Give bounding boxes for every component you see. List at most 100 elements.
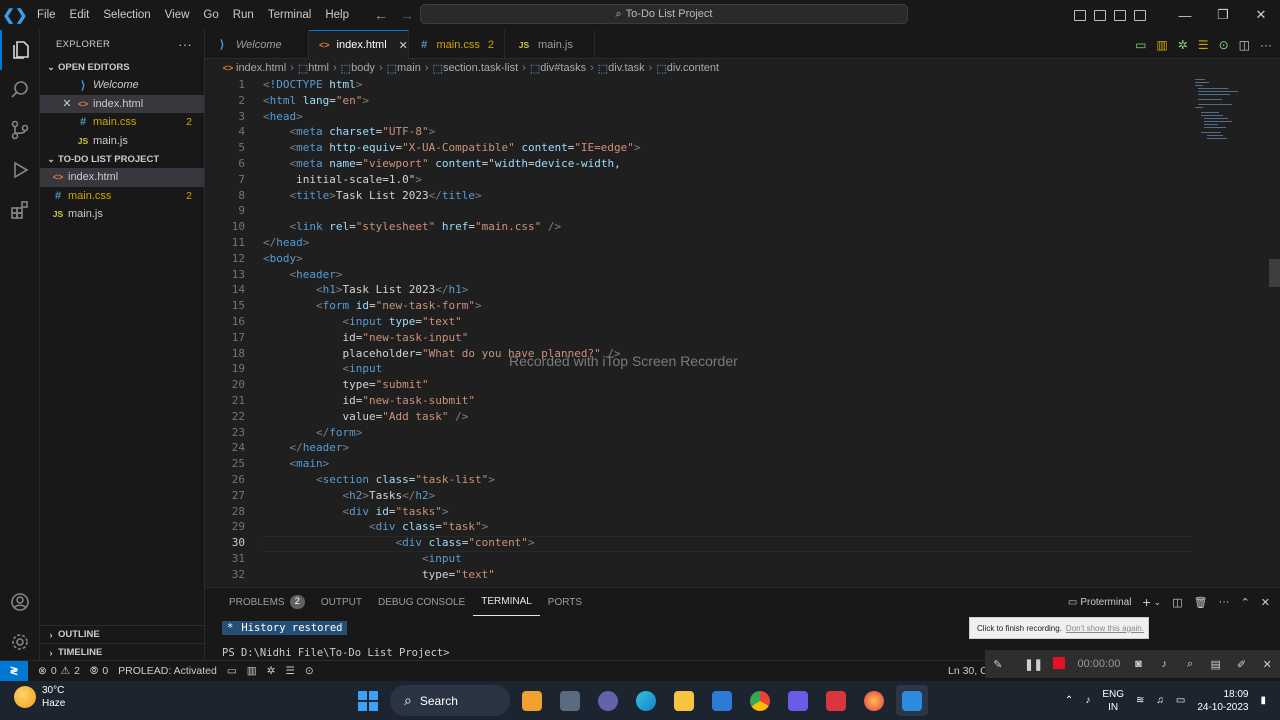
- open-editor-index-html[interactable]: ✕ <> index.html: [40, 94, 204, 113]
- chrome-browser-icon[interactable]: [744, 685, 776, 716]
- close-panel-icon[interactable]: ✕: [1261, 596, 1270, 609]
- edge-browser-icon[interactable]: [630, 685, 662, 716]
- trash-icon[interactable]: 🗑: [1194, 596, 1208, 609]
- code-editor[interactable]: 1 2 3 4 5 6 7 8 9 10 11 12 13 14 15 16 17 18 19 20 21 22 23 24 2…: [205, 77, 1280, 587]
- folder-status-icon[interactable]: ▭: [227, 665, 237, 677]
- cursor-position[interactable]: Ln 30, C: [948, 665, 988, 677]
- breadcrumb-item[interactable]: body: [351, 62, 375, 74]
- edit-icon[interactable]: ✐: [1229, 658, 1255, 671]
- camera-icon[interactable]: ◙: [1126, 658, 1152, 670]
- open-editor-welcome[interactable]: ⟩ Welcome: [40, 76, 204, 95]
- language-indicator[interactable]: ENG IN: [1102, 688, 1124, 714]
- pause-icon[interactable]: ❚❚: [1021, 658, 1047, 671]
- menu-selection[interactable]: Selection: [96, 0, 157, 30]
- file-index-html[interactable]: <> index.html: [40, 168, 204, 187]
- close-tab-icon[interactable]: ✕: [399, 39, 408, 52]
- tab-ports[interactable]: PORTS: [540, 588, 590, 616]
- remote-indicator-icon[interactable]: ≷: [0, 660, 28, 682]
- maximize-panel-icon[interactable]: ⌃: [1241, 596, 1250, 609]
- go-live-icon[interactable]: ⊙: [1219, 38, 1229, 52]
- explorer-icon[interactable]: [0, 30, 40, 70]
- manage-gear-icon[interactable]: [0, 622, 40, 662]
- microsoft-store-icon[interactable]: [706, 685, 738, 716]
- terminal-prompt[interactable]: PS D:\Nidhi File\To-Do List Project>: [222, 647, 450, 659]
- file-main-css[interactable]: # main.css 2: [40, 187, 204, 206]
- tab-welcome[interactable]: ⟩ Welcome: [205, 30, 309, 59]
- volume-icon[interactable]: ♫: [1156, 695, 1164, 706]
- toggle-panel-icon[interactable]: [1094, 9, 1106, 21]
- command-center-search[interactable]: ⌕ To-Do List Project: [420, 4, 908, 24]
- tab-debug-console[interactable]: DEBUG CONSOLE: [370, 588, 473, 616]
- task-view-icon[interactable]: [554, 685, 586, 716]
- back-arrow-icon[interactable]: ←: [374, 7, 388, 23]
- project-folder-header[interactable]: ⌄ TO-DO LIST PROJECT: [40, 150, 204, 168]
- breadcrumb-item[interactable]: index.html: [236, 62, 286, 74]
- menu-terminal[interactable]: Terminal: [261, 0, 318, 30]
- accounts-icon[interactable]: [0, 582, 40, 622]
- library-icon[interactable]: ▥: [1156, 38, 1167, 52]
- weather-widget[interactable]: 30°C Haze: [14, 684, 65, 710]
- settings-gear-icon[interactable]: ✲: [1178, 38, 1188, 52]
- list-icon[interactable]: ☰: [1198, 38, 1209, 52]
- file-explorer-icon[interactable]: [668, 685, 700, 716]
- open-editors-header[interactable]: ⌄ OPEN EDITORS: [40, 58, 204, 76]
- breadcrumb-item[interactable]: div.task: [608, 62, 644, 74]
- open-editor-main-js[interactable]: JS main.js: [40, 132, 204, 151]
- tab-main-js[interactable]: JS main.js: [505, 30, 595, 59]
- menu-run[interactable]: Run: [226, 0, 261, 30]
- menu-file[interactable]: File: [30, 0, 63, 30]
- firefox-browser-icon[interactable]: [858, 685, 890, 716]
- list-status-icon[interactable]: ☰: [285, 665, 294, 677]
- teams-chat-icon[interactable]: [592, 685, 624, 716]
- toggle-secondary-sidebar-icon[interactable]: [1114, 9, 1126, 21]
- taskbar-search[interactable]: ⌕ Search: [390, 685, 510, 716]
- breadcrumb-item[interactable]: html: [308, 62, 329, 74]
- outline-section-header[interactable]: › OUTLINE: [40, 625, 205, 643]
- source-control-icon[interactable]: [0, 110, 40, 150]
- editor-scrollbar[interactable]: [1269, 77, 1280, 587]
- close-editor-icon[interactable]: ✕: [58, 97, 76, 110]
- breadcrumb-item[interactable]: div#tasks: [540, 62, 586, 74]
- file-main-js[interactable]: JS main.js: [40, 205, 204, 224]
- new-terminal-plus-icon[interactable]: +: [1142, 594, 1150, 610]
- tab-terminal[interactable]: TERMINAL: [473, 588, 540, 616]
- chevron-down-icon[interactable]: ⌄: [1154, 597, 1162, 608]
- breadcrumb-item[interactable]: div.content: [667, 62, 719, 74]
- minimize-button[interactable]: —: [1166, 8, 1204, 23]
- customize-layout-icon[interactable]: [1134, 9, 1146, 21]
- split-terminal-icon[interactable]: ◫: [1172, 596, 1182, 609]
- notification-icon[interactable]: ▮: [1260, 695, 1266, 706]
- zoom-icon[interactable]: ⌕: [1177, 658, 1203, 671]
- prolead-status[interactable]: PROLEAD: Activated: [118, 665, 217, 677]
- toggle-primary-sidebar-icon[interactable]: [1074, 9, 1086, 21]
- more-actions-icon[interactable]: ···: [178, 37, 192, 52]
- close-window-button[interactable]: ✕: [1242, 7, 1280, 23]
- clock[interactable]: 18:09 24-10-2023: [1197, 688, 1248, 714]
- run-debug-icon[interactable]: [0, 150, 40, 190]
- tab-main-css[interactable]: # main.css 2: [409, 30, 505, 59]
- caption-icon[interactable]: ▤: [1203, 658, 1229, 671]
- wifi-icon[interactable]: ≋: [1136, 695, 1144, 706]
- battery-icon[interactable]: ▭: [1176, 695, 1185, 706]
- problems-status[interactable]: ⊗ 0 ⚠ 2: [38, 665, 80, 677]
- terminal-name[interactable]: Proterminal: [1080, 597, 1131, 608]
- show-hidden-icons-chevron-icon[interactable]: ⌃: [1065, 695, 1073, 706]
- maximize-button[interactable]: ❐: [1204, 7, 1242, 23]
- tab-index-html[interactable]: <> index.html ✕: [309, 30, 409, 59]
- more-actions-icon[interactable]: ···: [1260, 38, 1272, 52]
- extensions-icon[interactable]: [0, 190, 40, 230]
- split-editor-icon[interactable]: ◫: [1239, 38, 1250, 52]
- menu-help[interactable]: Help: [318, 0, 356, 30]
- microphone-icon[interactable]: ♪: [1151, 658, 1177, 670]
- open-editor-main-css[interactable]: # main.css 2: [40, 113, 204, 132]
- gear-status-icon[interactable]: ✲: [267, 665, 276, 677]
- close-recorder-icon[interactable]: ✕: [1254, 658, 1280, 671]
- open-folder-icon[interactable]: ▭: [1135, 38, 1146, 52]
- tab-output[interactable]: OUTPUT: [313, 588, 370, 616]
- menu-view[interactable]: View: [158, 0, 197, 30]
- dont-show-again-link[interactable]: Don't show this again.: [1066, 624, 1144, 633]
- microphone-tray-icon[interactable]: ♪: [1085, 695, 1090, 706]
- breadcrumb-item[interactable]: section.task-list: [443, 62, 518, 74]
- go-live-status-icon[interactable]: ⊙: [305, 665, 314, 677]
- scrollbar-thumb[interactable]: [1269, 259, 1280, 287]
